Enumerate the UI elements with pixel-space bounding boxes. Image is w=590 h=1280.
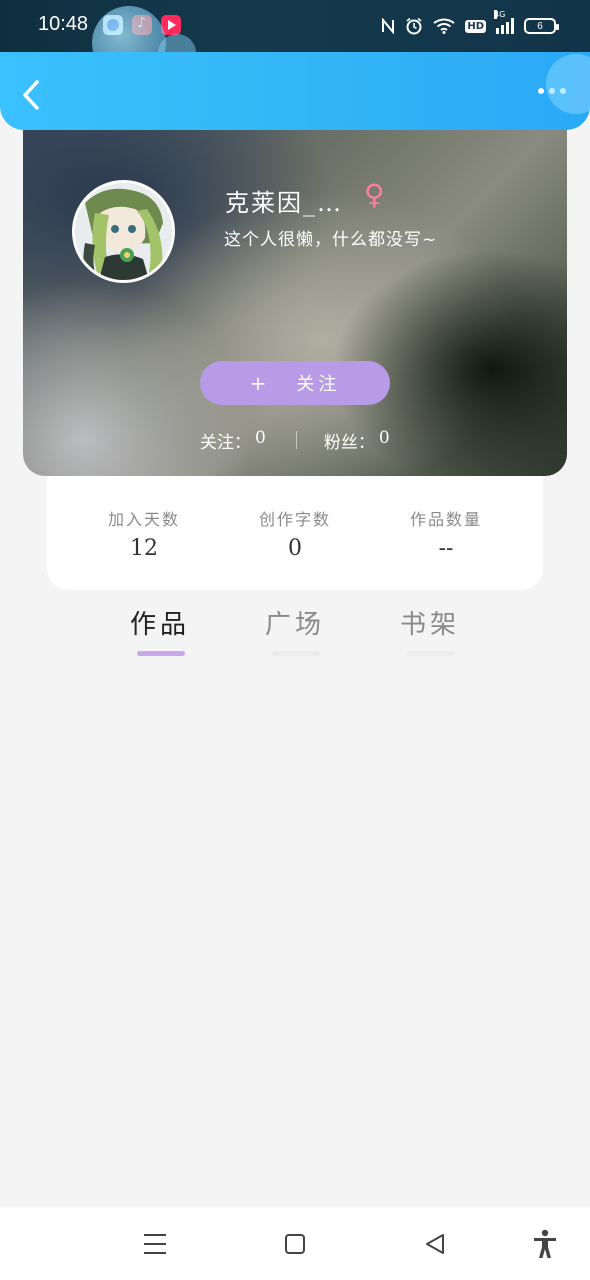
tab-label: 广场 (264, 610, 325, 640)
stat-value: 12 (130, 536, 158, 561)
network-type-label: 4G (494, 10, 506, 19)
hd-icon: HD (465, 19, 486, 33)
status-icons: HD 4G 6 (381, 10, 559, 38)
tab-label: 书架 (399, 610, 460, 640)
plus-icon: + (249, 371, 271, 395)
follow-counts: 关注： 0 粉丝： 0 (200, 428, 420, 453)
tab-indicator (407, 651, 455, 656)
profile-card: 克莱因_… ♀ 这个人很懒，什么都没写~ + 关注 关注： 0 粉丝： 0 (23, 110, 567, 476)
stat-value: -- (438, 536, 454, 561)
fans-label: 粉丝： (323, 432, 375, 453)
tab-label: 作品 (129, 610, 190, 640)
username: 克莱因_… (225, 189, 343, 217)
tab-indicator (137, 651, 185, 656)
tab-bookshelf[interactable]: 书架 (380, 604, 480, 664)
following-value: 0 (255, 427, 266, 448)
female-gender-icon: ♀ (364, 178, 385, 211)
recent-apps-button[interactable] (144, 1234, 166, 1254)
tab-works[interactable]: 作品 (110, 604, 210, 664)
avatar[interactable] (72, 180, 175, 283)
stat-label: 创作字数 (258, 510, 331, 529)
back-button[interactable] (18, 78, 48, 112)
battery-level: 6 (537, 20, 543, 32)
nfc-icon (382, 18, 395, 34)
battery-icon: 6 (524, 18, 559, 34)
avatar-illustration (75, 183, 172, 280)
top-header (0, 52, 590, 130)
more-dot (538, 88, 544, 94)
status-bar: 10:48 HD 4G 6 (0, 0, 590, 52)
alarm-icon (406, 17, 422, 35)
status-time: 10:48 (38, 13, 89, 35)
stats-panel: 加入天数 12 创作字数 0 作品数量 -- (47, 476, 543, 590)
follow-button[interactable]: + 关注 (200, 361, 390, 405)
fans-count[interactable]: 粉丝： 0 (324, 428, 390, 453)
stat-label: 作品数量 (409, 510, 482, 529)
wifi-icon (433, 18, 455, 34)
follow-button-label: 关注 (296, 374, 341, 395)
following-count[interactable]: 关注： 0 (200, 428, 266, 453)
stat-label: 加入天数 (107, 510, 180, 529)
count-divider (295, 431, 297, 449)
system-back-button[interactable] (424, 1232, 446, 1260)
stat-value: 0 (288, 536, 302, 561)
bio-text: 这个人很懒，什么都没写~ (224, 230, 438, 250)
stat-join-days: 加入天数 12 (89, 506, 199, 590)
cell-signal-icon: 4G (494, 10, 514, 34)
system-nav-bar (0, 1207, 590, 1280)
tab-indicator (272, 651, 320, 656)
following-label: 关注： (200, 432, 251, 453)
home-button[interactable] (285, 1234, 305, 1254)
tab-square[interactable]: 广场 (245, 604, 345, 664)
triangle-back-icon (426, 1234, 444, 1254)
fans-value: 0 (378, 427, 390, 448)
stat-work-count: 作品数量 -- (391, 506, 501, 590)
accessibility-icon (534, 1229, 556, 1258)
stat-word-count: 创作字数 0 (240, 506, 350, 590)
accessibility-button[interactable] (532, 1229, 558, 1263)
chevron-left-icon (23, 80, 39, 110)
content-tabs: 作品 广场 书架 (110, 604, 480, 664)
